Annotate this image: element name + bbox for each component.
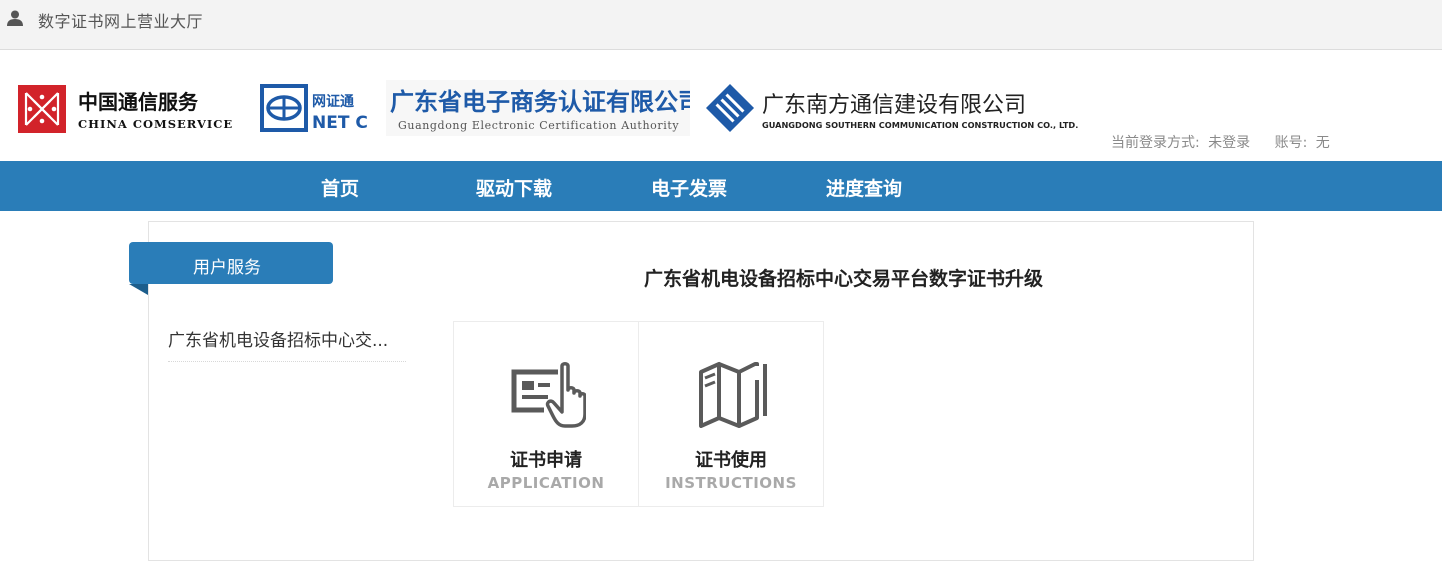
- gdca-cn-text: 广东省电子商务认证有限公司: [390, 88, 690, 116]
- user-icon: [7, 10, 23, 26]
- top-bar: 数字证书网上营业大厅: [0, 0, 1442, 50]
- site-title: 数字证书网上营业大厅: [38, 12, 204, 31]
- manual-book-icon: [699, 362, 767, 428]
- southern-en-text: GUANGDONG SOUTHERN COMMUNICATION CONSTRU…: [762, 120, 1078, 130]
- southern-cn-text: 广东南方通信建设有限公司: [762, 93, 1026, 118]
- nav-home[interactable]: 首页: [321, 174, 359, 201]
- comservice-en-text: CHINA COMSERVICE: [78, 117, 233, 131]
- netca-logo: 网证通 NET CA: [260, 84, 368, 133]
- form-hand-icon: [511, 362, 586, 428]
- nav-driver-download[interactable]: 驱动下载: [476, 174, 552, 201]
- account-value: 无: [1315, 135, 1330, 151]
- login-method-value: 未登录: [1208, 135, 1251, 151]
- certificate-application-card[interactable]: 证书申请 APPLICATION: [453, 321, 639, 507]
- sidebar-tab-user-service: 用户服务: [129, 242, 333, 284]
- gdca-logo: 广东省电子商务认证有限公司 Guangdong Electronic Certi…: [386, 80, 690, 136]
- login-method-label: 当前登录方式:: [1111, 135, 1200, 151]
- logo-banner: 中国通信服务 CHINA COMSERVICE 网证通 NET CA 广东省电子…: [0, 50, 1442, 161]
- sidebar-item-tender-center[interactable]: 广东省机电设备招标中心交...: [168, 326, 406, 362]
- china-comservice-logo: 中国通信服务 CHINA COMSERVICE: [18, 85, 233, 133]
- nav-e-invoice[interactable]: 电子发票: [651, 174, 727, 201]
- gdca-en-text: Guangdong Electronic Certification Autho…: [398, 119, 679, 132]
- main-nav: 首页 驱动下载 电子发票 进度查询: [0, 161, 1442, 211]
- gd-southern-logo: 广东南方通信建设有限公司 GUANGDONG SOUTHERN COMMUNIC…: [706, 83, 1078, 133]
- nav-progress-query[interactable]: 进度查询: [826, 174, 902, 201]
- card-label: 证书使用: [695, 450, 767, 471]
- login-status: 当前登录方式: 未登录 账号: 无: [1111, 132, 1334, 152]
- certificate-usage-card[interactable]: 证书使用 INSTRUCTIONS: [638, 321, 824, 507]
- card-sublabel: APPLICATION: [487, 474, 605, 492]
- page-title: 广东省机电设备招标中心交易平台数字证书升级: [644, 268, 1044, 290]
- comservice-cn-text: 中国通信服务: [78, 90, 199, 114]
- card-label: 证书申请: [510, 450, 582, 471]
- card-sublabel: INSTRUCTIONS: [665, 474, 797, 492]
- account-label: 账号:: [1274, 135, 1308, 151]
- netca-en-text: NET CA: [312, 113, 368, 133]
- sidebar-tab-fold: [129, 284, 148, 295]
- sidebar-tab-label: 用户服务: [193, 258, 261, 278]
- netca-cn-text: 网证通: [312, 94, 354, 110]
